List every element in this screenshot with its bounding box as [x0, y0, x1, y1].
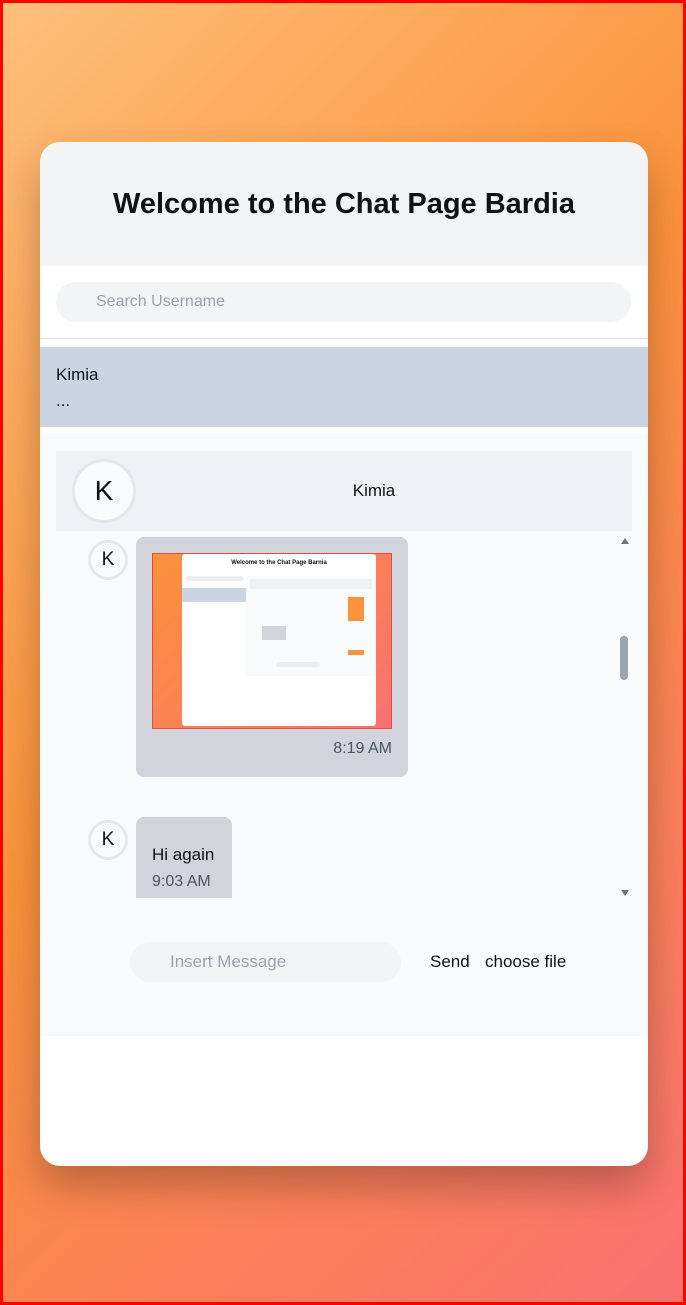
chat-card: Welcome to the Chat Page Bardia Kimia ..… [40, 142, 648, 1166]
message-time: 9:03 AM [152, 873, 211, 890]
message-avatar: K [88, 540, 128, 580]
message-bubble-image: Welcome to the Chat Page Barnia 8:19 AM [136, 537, 408, 777]
message-composer: Send choose file [130, 942, 610, 982]
scroll-up-icon[interactable] [621, 538, 629, 544]
screenshot-thumbnail: Welcome to the Chat Page Barnia [182, 554, 376, 726]
chat-header: K Kimia [56, 451, 632, 531]
contact-preview: ... [56, 391, 71, 410]
message-input[interactable] [130, 942, 401, 982]
contact-item-kimia[interactable]: Kimia ... [40, 347, 648, 427]
page-header: Welcome to the Chat Page Bardia [40, 142, 648, 266]
message-scrollbar[interactable] [618, 536, 632, 898]
message-text: Hi again [152, 845, 215, 864]
message-image[interactable]: Welcome to the Chat Page Barnia [152, 553, 392, 729]
scroll-down-icon[interactable] [621, 890, 629, 896]
message-list[interactable]: K Welcome to the Chat Page Barnia 8:19 A… [56, 536, 632, 898]
message-bubble-text: Hi again 9:03 AM [136, 817, 232, 898]
contact-name: Kimia [56, 365, 99, 384]
choose-file-button[interactable]: choose file [485, 952, 566, 972]
scrollbar-thumb[interactable] [620, 636, 628, 680]
page-title: Welcome to the Chat Page Bardia [113, 187, 575, 220]
chat-panel: K Kimia K Welcome to the Chat Page Barni… [40, 433, 648, 1036]
message-time: 8:19 AM [333, 740, 392, 757]
search-input[interactable] [56, 282, 631, 322]
thumbnail-title: Welcome to the Chat Page Barnia [231, 560, 327, 566]
message-avatar: K [88, 820, 128, 860]
chat-contact-name: Kimia [352, 481, 396, 500]
search-bar [40, 266, 648, 339]
send-button[interactable]: Send [430, 952, 470, 972]
